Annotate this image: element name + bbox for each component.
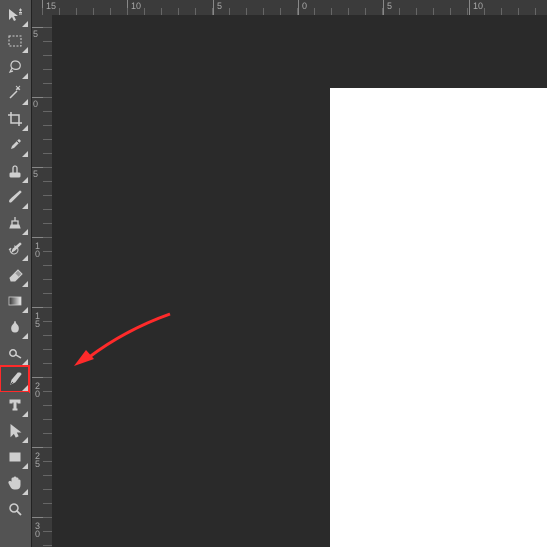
history-brush-tool[interactable] <box>0 236 29 262</box>
magic-wand-tool[interactable] <box>0 80 29 106</box>
ruler-label: 30 <box>35 522 43 538</box>
ruler-label: 10 <box>131 1 141 11</box>
ruler-label: 10 <box>473 1 483 11</box>
eraser-tool[interactable] <box>0 262 29 288</box>
gradient-tool[interactable] <box>0 288 29 314</box>
smudge-tool[interactable] <box>0 314 29 340</box>
zoom-tool[interactable] <box>0 496 29 522</box>
toolbox <box>0 0 31 547</box>
clone-stamp-tool[interactable] <box>0 210 29 236</box>
ruler-label: 5 <box>387 1 392 11</box>
spot-healing-brush-tool[interactable] <box>0 158 29 184</box>
ruler-label: 10 <box>35 242 43 258</box>
move-tool[interactable] <box>0 2 29 28</box>
pen-tool[interactable] <box>0 366 29 392</box>
ruler-label: 5 <box>33 30 41 38</box>
type-tool[interactable] <box>0 392 29 418</box>
eyedropper-tool[interactable] <box>0 132 29 158</box>
ruler-label: 15 <box>35 312 43 328</box>
rectangular-marquee-tool[interactable] <box>0 28 29 54</box>
horizontal-ruler: 15 10 5 0 5 10 <box>31 0 547 15</box>
dodge-tool[interactable] <box>0 340 29 366</box>
ruler-label: 20 <box>35 382 43 398</box>
ruler-label: 0 <box>302 1 307 11</box>
ruler-label: 25 <box>35 452 43 468</box>
brush-tool[interactable] <box>0 184 29 210</box>
document[interactable] <box>330 88 547 547</box>
lasso-tool[interactable] <box>0 54 29 80</box>
ruler-label: 5 <box>33 170 41 178</box>
canvas-area[interactable] <box>52 15 547 547</box>
hand-tool[interactable] <box>0 470 29 496</box>
ruler-label: 15 <box>46 1 56 11</box>
vertical-ruler: 5 0 5 10 15 20 25 30 <box>31 15 52 547</box>
path-selection-tool[interactable] <box>0 418 29 444</box>
crop-tool[interactable] <box>0 106 29 132</box>
ruler-label: 5 <box>217 1 222 11</box>
rectangle-tool[interactable] <box>0 444 29 470</box>
ruler-label: 0 <box>33 100 41 108</box>
